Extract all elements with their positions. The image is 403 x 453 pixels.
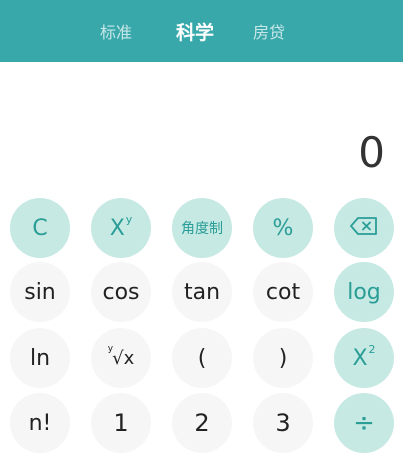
close-paren-button[interactable]: ) [253, 328, 313, 388]
top-bar: 标准 科学 房贷 [0, 0, 403, 62]
sin-button[interactable]: sin [10, 262, 70, 322]
square-exponent-label: 2 [368, 342, 376, 356]
sin-label: sin [24, 279, 56, 305]
power-button[interactable]: Xy [91, 198, 151, 258]
root-button[interactable]: y √x [91, 328, 151, 388]
root-index-label: y [107, 344, 114, 354]
angle-mode-label: 角度制 [181, 221, 223, 237]
angle-mode-button[interactable]: 角度制 [172, 198, 232, 258]
digit-3-label: 3 [275, 409, 291, 437]
ln-label: ln [29, 345, 51, 371]
factorial-label: n! [28, 410, 52, 436]
cot-label: cot [265, 279, 301, 305]
ln-button[interactable]: ln [10, 328, 70, 388]
backspace-button[interactable] [334, 198, 394, 258]
root-body-label: √x [112, 347, 135, 369]
tab-standard[interactable]: 标准 [100, 0, 132, 62]
backspace-icon [350, 216, 378, 241]
cos-button[interactable]: cos [91, 262, 151, 322]
open-paren-label: ( [197, 345, 207, 371]
result-display: 0 [358, 128, 385, 177]
log-label: log [347, 279, 381, 305]
digit-2-button[interactable]: 2 [172, 393, 232, 453]
tan-button[interactable]: tan [172, 262, 232, 322]
power-base-label: X [109, 215, 125, 241]
digit-1-label: 1 [113, 409, 129, 437]
divide-label: ÷ [353, 408, 375, 438]
tab-mortgage[interactable]: 房贷 [253, 0, 285, 62]
square-button[interactable]: X2 [334, 328, 394, 388]
close-paren-label: ) [278, 345, 288, 371]
percent-button[interactable]: % [253, 198, 313, 258]
clear-button[interactable]: C [10, 198, 70, 258]
digit-1-button[interactable]: 1 [91, 393, 151, 453]
divide-button[interactable]: ÷ [334, 393, 394, 453]
clear-label: C [32, 215, 48, 241]
tan-label: tan [183, 279, 221, 305]
cot-button[interactable]: cot [253, 262, 313, 322]
log-button[interactable]: log [334, 262, 394, 322]
cos-label: cos [102, 279, 140, 305]
open-paren-button[interactable]: ( [172, 328, 232, 388]
percent-label: % [272, 215, 294, 241]
factorial-button[interactable]: n! [10, 393, 70, 453]
power-exponent-label: y [125, 212, 133, 226]
tab-scientific[interactable]: 科学 [176, 0, 214, 62]
digit-3-button[interactable]: 3 [253, 393, 313, 453]
digit-2-label: 2 [194, 409, 210, 437]
square-base-label: X [352, 345, 368, 371]
